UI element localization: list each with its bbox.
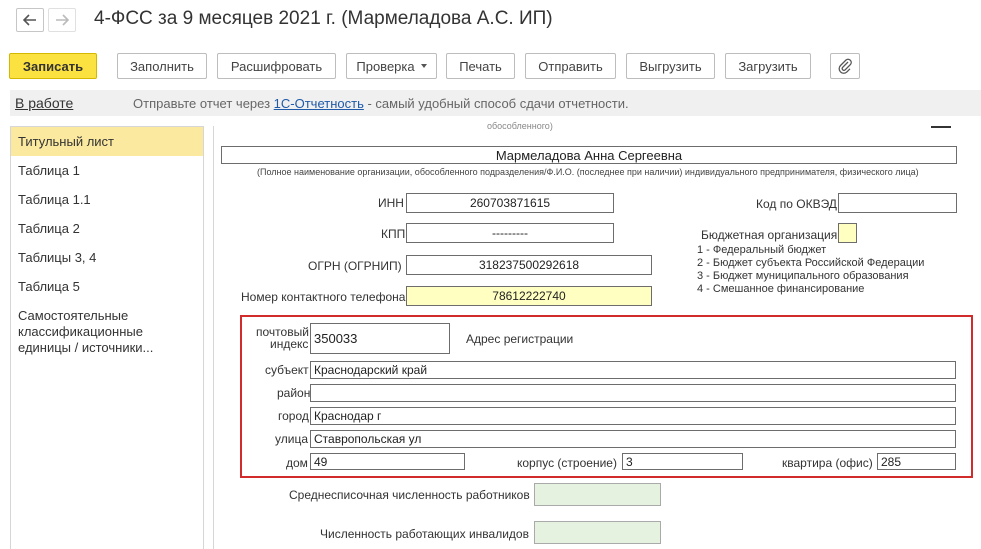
- sidebar-item-table-1-1[interactable]: Таблица 1.1: [11, 192, 203, 208]
- info-bar: В работе Отправьте отчет через 1С-Отчетн…: [10, 90, 981, 116]
- send-button[interactable]: Отправить: [525, 53, 616, 79]
- budget-option-1: 1 - Федеральный бюджет: [697, 244, 827, 256]
- phone-label: Номер контактного телефона: [241, 290, 406, 304]
- fill-button[interactable]: Заполнить: [117, 53, 207, 79]
- building-field[interactable]: 3: [622, 453, 743, 470]
- okved-label: Код по ОКВЭД: [756, 197, 837, 211]
- print-button[interactable]: Печать: [446, 53, 515, 79]
- okved-field[interactable]: [838, 193, 957, 213]
- city-field[interactable]: Краснодар г: [310, 407, 956, 425]
- cut-label: обособленного): [487, 121, 553, 131]
- budget-field[interactable]: [838, 223, 857, 243]
- street-label: улица: [275, 432, 308, 446]
- flat-field[interactable]: 285: [877, 453, 956, 470]
- sidebar-item-tables-3-4[interactable]: Таблицы 3, 4: [11, 250, 203, 266]
- district-label: район: [277, 386, 311, 400]
- phone-field[interactable]: 78612222740: [406, 286, 652, 306]
- status-link[interactable]: В работе: [15, 95, 73, 111]
- top-line: [931, 126, 951, 128]
- forward-button[interactable]: [48, 8, 76, 32]
- disabled-workers-field[interactable]: [534, 521, 661, 544]
- ogrn-field[interactable]: 318237500292618: [406, 255, 652, 275]
- check-button-label: Проверка: [356, 58, 415, 74]
- disabled-workers-label: Численность работающих инвалидов: [320, 527, 529, 541]
- budget-label: Бюджетная организация: [701, 228, 838, 242]
- sidebar-item-units[interactable]: Самостоятельные классификационные единиц…: [11, 308, 171, 356]
- attach-button[interactable]: [830, 53, 860, 79]
- avg-workers-field[interactable]: [534, 483, 661, 506]
- arrow-right-icon: [56, 14, 69, 26]
- check-button[interactable]: Проверка: [346, 53, 437, 79]
- subject-label: субъект: [265, 363, 309, 377]
- save-button[interactable]: Записать: [9, 53, 97, 79]
- index-label-2: индекс: [270, 337, 309, 351]
- hint-text: Отправьте отчет через 1С-Отчетность - са…: [133, 96, 629, 111]
- sidebar-item-title-page[interactable]: Титульный лист: [11, 127, 203, 156]
- budget-option-3: 3 - Бюджет муниципального образования: [697, 270, 909, 282]
- house-label: дом: [286, 456, 308, 470]
- avg-workers-label: Среднесписочная численность работников: [289, 488, 530, 502]
- subject-field[interactable]: Краснодарский край: [310, 361, 956, 379]
- kpp-field[interactable]: ---------: [406, 223, 614, 243]
- page-title: 4-ФСС за 9 месяцев 2021 г. (Мармеладова …: [94, 8, 553, 29]
- decode-button[interactable]: Расшифровать: [217, 53, 336, 79]
- building-label: корпус (строение): [517, 456, 617, 470]
- org-name-caption: (Полное наименование организации, обособ…: [257, 167, 919, 177]
- kpp-label: КПП: [381, 227, 406, 241]
- house-field[interactable]: 49: [310, 453, 465, 470]
- sidebar-item-table-2[interactable]: Таблица 2: [11, 221, 203, 237]
- district-field[interactable]: [310, 384, 956, 402]
- sections-sidebar: Титульный лист Таблица 1 Таблица 1.1 Таб…: [10, 126, 204, 549]
- street-field[interactable]: Ставропольская ул: [310, 430, 956, 448]
- sidebar-item-table-5[interactable]: Таблица 5: [11, 279, 203, 295]
- budget-option-2: 2 - Бюджет субъекта Российской Федерации: [697, 257, 925, 269]
- flat-label: квартира (офис): [782, 456, 873, 470]
- address-title: Адрес регистрации: [466, 332, 574, 346]
- 1c-reporting-link[interactable]: 1С-Отчетность: [274, 96, 364, 111]
- city-label: город: [278, 409, 309, 423]
- inn-label: ИНН: [378, 196, 404, 210]
- inn-field[interactable]: 260703871615: [406, 193, 614, 213]
- paperclip-icon: [838, 58, 852, 74]
- budget-option-4: 4 - Смешанное финансирование: [697, 283, 865, 295]
- postal-index-field[interactable]: 350033: [310, 323, 450, 354]
- org-name-field[interactable]: Мармеладова Анна Сергеевна: [221, 146, 957, 164]
- import-button[interactable]: Загрузить: [725, 53, 811, 79]
- export-button[interactable]: Выгрузить: [626, 53, 715, 79]
- ogrn-label: ОГРН (ОГРНИП): [308, 259, 402, 273]
- sidebar-item-table-1[interactable]: Таблица 1: [11, 163, 203, 179]
- back-button[interactable]: [16, 8, 44, 32]
- caret-down-icon: [420, 64, 427, 68]
- arrow-left-icon: [23, 14, 36, 26]
